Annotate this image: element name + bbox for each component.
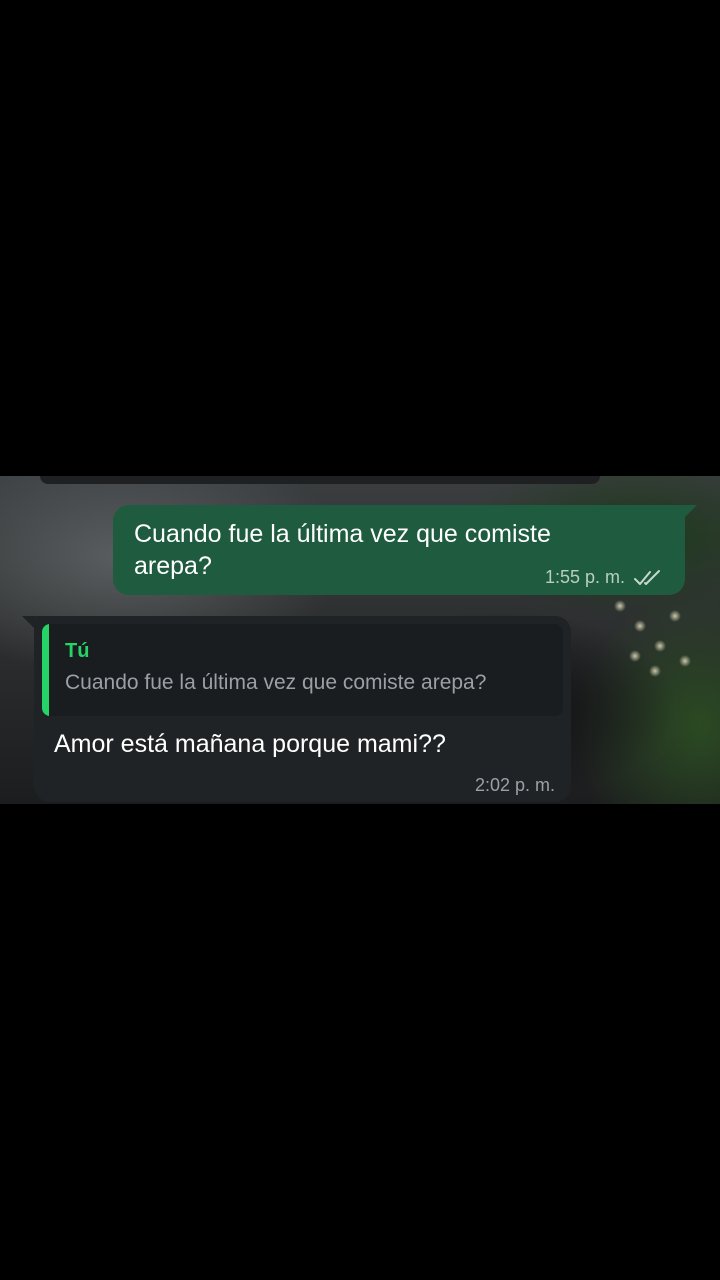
bubble-tail xyxy=(22,616,36,630)
outgoing-message-time: 1:55 p. m. xyxy=(544,567,625,587)
incoming-message-bubble[interactable]: Tú Cuando fue la última vez que comiste … xyxy=(22,616,571,802)
quoted-message-text: Cuando fue la última vez que comiste are… xyxy=(65,671,487,694)
chat-area[interactable]: Cuando fue la última vez que comiste are… xyxy=(0,476,720,804)
outgoing-message-meta: 1:55 p. m. xyxy=(545,567,665,588)
quote-accent-bar xyxy=(42,624,49,716)
incoming-message-time: 2:02 p. m. xyxy=(474,775,555,795)
screen: Cuando fue la última vez que comiste are… xyxy=(0,0,720,1280)
incoming-message-meta: 2:02 p. m. xyxy=(475,775,555,796)
outgoing-message-bubble[interactable]: Cuando fue la última vez que comiste are… xyxy=(113,505,697,595)
incoming-message-text: Amor está mañana porque mami?? xyxy=(54,730,446,758)
double-check-icon xyxy=(634,569,660,585)
bubble-tail xyxy=(683,505,697,519)
quoted-message[interactable]: Tú Cuando fue la última vez que comiste … xyxy=(42,624,563,716)
previous-message-edge xyxy=(40,476,600,484)
quoted-message-author: Tú xyxy=(65,640,90,662)
outgoing-message-text: Cuando fue la última vez que comiste are… xyxy=(134,520,551,580)
